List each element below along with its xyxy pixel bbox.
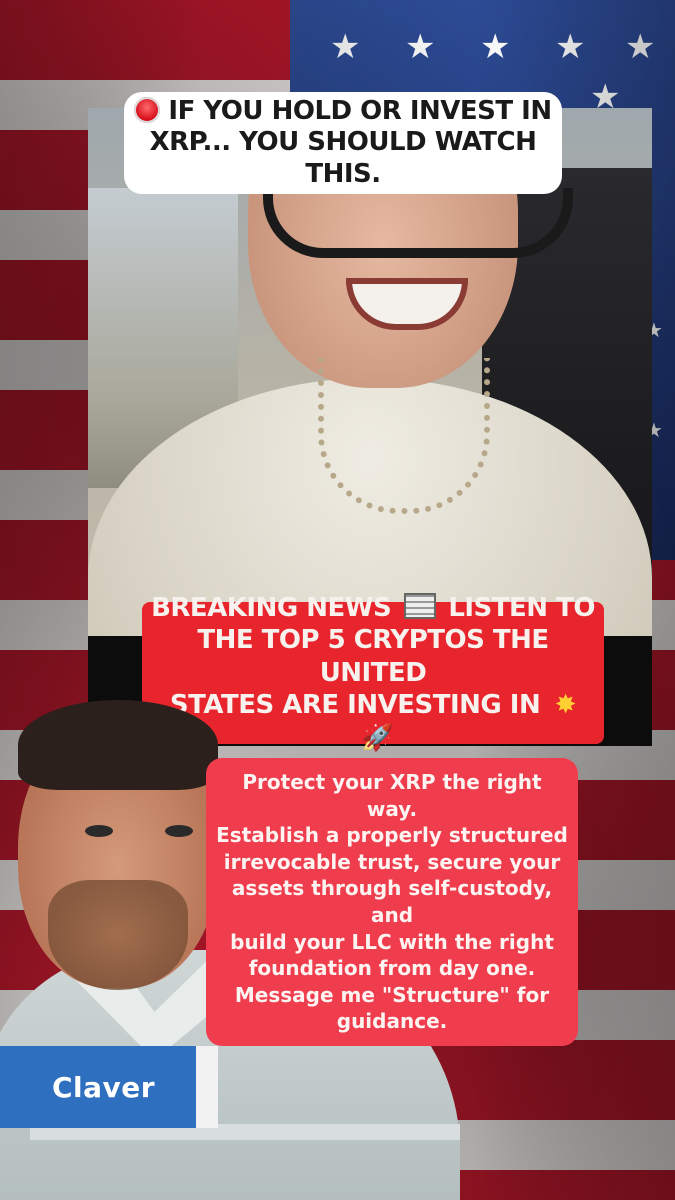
glasses [263,188,573,258]
breaking-label: BREAKING NEWS [151,592,392,623]
message-line: assets through self-custody, and [231,876,553,927]
top-caption-line1: IF YOU HOLD OR INVEST IN [134,96,552,127]
man-eye [165,825,193,837]
name-tag: Claver [0,1046,218,1128]
necklace [318,358,490,514]
star-icon: ★ [405,27,436,67]
man-eye [85,825,113,837]
message-line: build your LLC with the right [230,929,554,954]
man-hair [18,700,218,790]
star-icon: ★ [480,27,511,67]
message-line: irrevocable trust, secure your [223,849,561,874]
top-caption: IF YOU HOLD OR INVEST IN XRP... YOU SHOU… [124,92,562,194]
top-caption-text1: IF YOU HOLD OR INVEST IN [168,96,552,127]
name-tag-label: Claver [52,1070,156,1104]
newspaper-icon [403,592,436,619]
message-line: Protect your XRP the right way. [242,770,542,821]
message-box: Protect your XRP the right way. Establis… [206,758,578,1046]
message-line: Establish a properly structured [216,823,568,848]
star-icon: ★ [555,27,586,67]
breaking-line2: THE TOP 5 CRYPTOS THE UNITED [197,625,549,688]
breaking-line1: BREAKING NEWS LISTEN TO [151,592,595,625]
star-icon: ★ [625,27,656,67]
breaking-line1-end: LISTEN TO [448,592,595,623]
man-beard [48,880,188,990]
siren-icon [134,97,161,124]
message-line: foundation from day one. [248,956,536,981]
message-line: Message me "Structure" for [234,982,550,1007]
explosion-icon: ✸ [554,690,577,721]
top-caption-line2: XRP... YOU SHOULD WATCH THIS. [149,127,537,189]
message-line: guidance. [336,1009,448,1034]
star-icon: ★ [330,27,361,67]
